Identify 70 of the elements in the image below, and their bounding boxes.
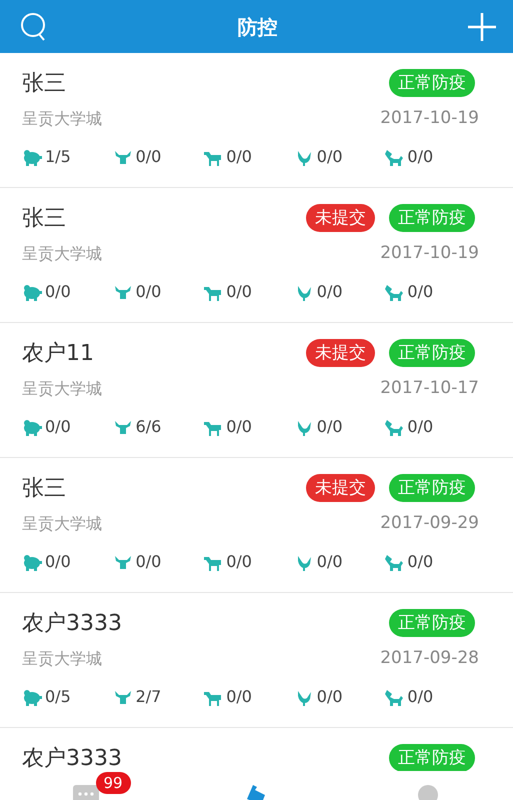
farmer-name: 张三: [22, 70, 66, 98]
count-text: 1/5: [45, 146, 71, 168]
count-text: 0/0: [226, 551, 252, 573]
farmer-name: 张三: [22, 204, 66, 232]
unsubmitted-tag: 未提交: [306, 474, 375, 502]
dog-icon: [384, 148, 404, 166]
count-text: 0/0: [316, 416, 343, 438]
unread-badge: 99: [96, 772, 131, 794]
address-text: 呈贡大学城: [22, 513, 102, 535]
date-text: 2017-09-29: [380, 512, 479, 536]
status-tag: 正常防疫: [389, 609, 475, 637]
page-title: 防控: [238, 14, 278, 40]
status-tag: 正常防疫: [389, 474, 475, 502]
record-card[interactable]: 张三 正常防疫 呈贡大学城 2017-10-19 1/5 0/0 0/0 0/0 0/0: [0, 53, 513, 188]
count-text: 0/0: [316, 686, 343, 708]
date-text: 2017-10-17: [380, 377, 479, 400]
count-text: 0/0: [226, 281, 252, 303]
count-text: 0/0: [316, 146, 343, 168]
count-text: 0/0: [45, 551, 71, 573]
count-text: 0/0: [407, 551, 434, 573]
unsubmitted-tag: 未提交: [306, 204, 375, 232]
address-text: 呈贡大学城: [22, 243, 102, 265]
farmer-name: 张三: [22, 474, 66, 502]
pig-icon: [22, 688, 42, 706]
tab-button[interactable]: 99: [0, 771, 171, 800]
count-text: 0/0: [316, 551, 343, 573]
unsubmitted-tag: 未提交: [306, 339, 375, 367]
dog-icon: [384, 282, 404, 302]
count-text: 0/0: [45, 281, 71, 303]
count-text: 0/0: [45, 416, 71, 438]
date-text: 2017-10-19: [380, 242, 479, 266]
pig-icon: [22, 418, 42, 436]
status-tag: 正常防疫: [389, 744, 475, 771]
count-text: 0/0: [226, 686, 252, 708]
record-card[interactable]: 农户11 未提交 正常防疫 呈贡大学城 2017-10-17 0/0 6/6 0/0 0/0 0/0: [0, 323, 513, 458]
count-text: 0/0: [226, 146, 252, 168]
address-text: 呈贡大学城: [22, 648, 102, 670]
count-text: 0/0: [136, 551, 162, 573]
dog-icon: [384, 418, 404, 436]
farmer-name: 农户3333: [22, 610, 122, 638]
count-text: 0/0: [136, 146, 162, 168]
farmer-name: 农户3333: [22, 744, 122, 771]
count-text: 0/0: [136, 281, 162, 303]
count-text: 2/7: [136, 686, 162, 708]
count-text: 0/0: [226, 416, 252, 438]
address-text: 呈贡大学城: [22, 108, 102, 130]
add-icon[interactable]: [467, 12, 497, 42]
count-text: 0/0: [407, 146, 434, 168]
record-card[interactable]: 张三 未提交 正常防疫 呈贡大学城 2017-09-29 0/0 0/0 0/0 0/0 0/0: [0, 458, 513, 593]
count-text: 0/5: [45, 686, 71, 708]
record-card[interactable]: 张三 未提交 正常防疫 呈贡大学城 2017-10-19 0/0 0/0 0/0 0/0 0/0: [0, 188, 513, 323]
pig-icon: [22, 148, 42, 166]
count-text: 6/6: [136, 416, 162, 438]
pig-icon: [22, 282, 42, 302]
record-card[interactable]: 农户3333 正常防疫 呈贡大学城 2017-09-28 0/5 2/7 0/0 0/0 0/0: [0, 593, 513, 728]
count-text: 0/0: [316, 281, 343, 303]
farmer-name: 农户11: [22, 340, 94, 368]
pig-icon: [22, 552, 42, 572]
status-tag: 正常防疫: [389, 204, 475, 232]
date-text: 2017-10-19: [380, 107, 479, 130]
status-tag: 正常防疫: [389, 339, 475, 367]
date-text: 2017-09-28: [380, 647, 479, 670]
dog-icon: [384, 688, 404, 706]
count-text: 0/0: [407, 686, 434, 708]
count-text: 0/0: [407, 281, 434, 303]
address-text: 呈贡大学城: [22, 378, 102, 400]
search-icon[interactable]: [20, 12, 48, 42]
dog-icon: [384, 552, 404, 572]
count-text: 0/0: [407, 416, 434, 438]
status-tag: 正常防疫: [389, 69, 475, 97]
